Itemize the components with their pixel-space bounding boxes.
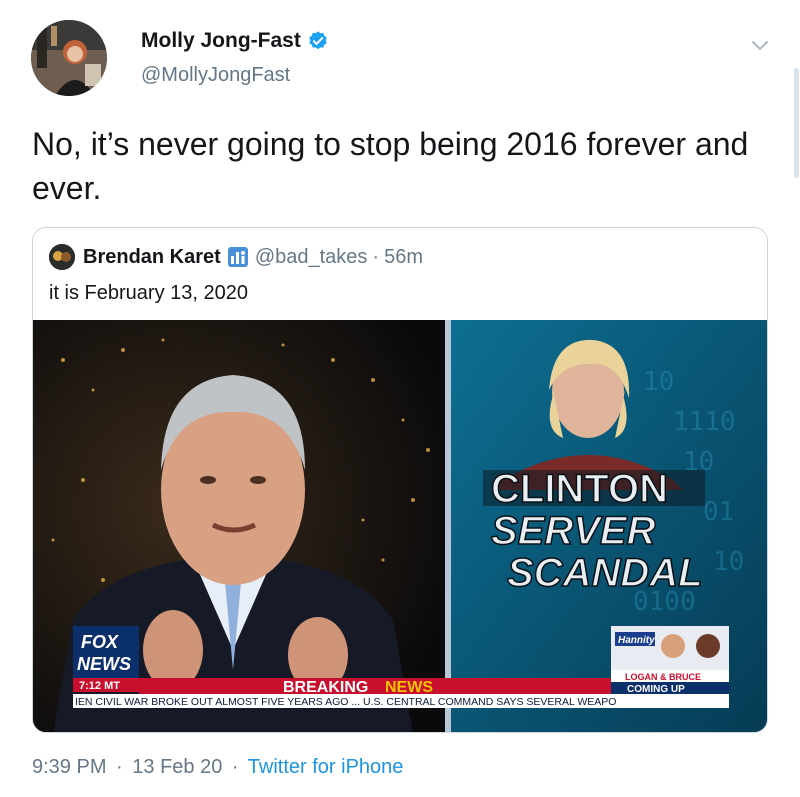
headline-line-1: CLINTON <box>491 467 668 511</box>
show-tag: Hannity <box>618 635 655 646</box>
quoted-media-image[interactable]: 10 1110 10 01 10 0100 CLINTON SERVER SCANDAL… <box>33 320 767 732</box>
quoted-tweet-header: Brendan Karet @bad_takes · 56m <box>49 244 423 270</box>
author-avatar[interactable] <box>31 20 107 96</box>
logo-news: NEWS <box>77 654 131 674</box>
promo-line-2: COMING UP <box>627 684 685 695</box>
quoted-author-handle[interactable]: @bad_takes <box>255 246 368 269</box>
tweet-footer: 9:39 PM · 13 Feb 20 · Twitter for iPhone <box>32 756 403 779</box>
author-name[interactable]: Molly Jong-Fast <box>141 29 329 53</box>
profile-photo-icon <box>31 20 107 96</box>
tweet-text: No, it’s never going to stop being 2016 … <box>32 126 749 206</box>
author-handle[interactable]: @MollyJongFast <box>141 64 290 87</box>
svg-text:01: 01 <box>703 497 734 527</box>
avatar-icon <box>49 244 75 270</box>
tv-screenshot: 10111010 01100100 CLINTON SERVER SCANDAL… <box>33 320 767 732</box>
svg-text:10: 10 <box>713 547 744 577</box>
footer-dot: · <box>116 756 123 778</box>
scrollbar[interactable] <box>794 68 799 178</box>
chevron-down-icon[interactable] <box>748 36 772 56</box>
svg-text:1110: 1110 <box>673 407 736 437</box>
quoted-dot: · <box>372 245 380 268</box>
breaking-label: BREAKING <box>283 679 368 696</box>
quoted-tweet[interactable]: Brendan Karet @bad_takes · 56m it is Feb… <box>32 227 768 733</box>
quoted-avatar[interactable] <box>49 244 75 270</box>
svg-text:10: 10 <box>643 367 674 397</box>
staff-badge-icon <box>227 247 248 267</box>
quoted-time[interactable]: 56m <box>384 246 423 269</box>
logo-fox: FOX <box>81 632 119 652</box>
verified-badge-icon <box>309 31 327 50</box>
quoted-author-name[interactable]: Brendan Karet <box>83 246 221 269</box>
ticker-text: IEN CIVIL WAR BROKE OUT ALMOST FIVE YEAR… <box>75 696 616 708</box>
headline-line-2: SERVER <box>491 509 656 553</box>
footer-dot-2: · <box>231 756 239 778</box>
headline-line-3: SCANDAL <box>507 551 703 595</box>
clock: 7:12 MT <box>79 680 120 692</box>
promo-line-1: LOGAN & BRUCE <box>625 672 701 682</box>
tweet-source-link[interactable]: Twitter for iPhone <box>248 756 404 778</box>
author-name-text[interactable]: Molly Jong-Fast <box>141 29 301 53</box>
tweet-time[interactable]: 9:39 PM <box>32 756 106 778</box>
quoted-text: it is February 13, 2020 <box>49 282 248 304</box>
tweet-date[interactable]: 13 Feb 20 <box>132 756 222 778</box>
news-label: NEWS <box>385 679 433 696</box>
